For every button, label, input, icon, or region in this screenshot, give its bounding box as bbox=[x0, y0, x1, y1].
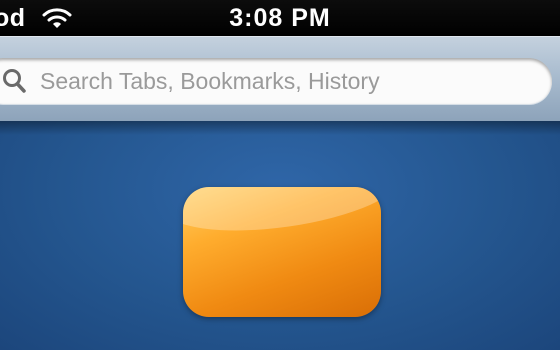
app-tile[interactable] bbox=[183, 187, 381, 317]
search-bar: Search Tabs, Bookmarks, History bbox=[0, 36, 560, 122]
search-placeholder: Search Tabs, Bookmarks, History bbox=[40, 68, 380, 94]
search-input[interactable]: Search Tabs, Bookmarks, History bbox=[0, 58, 552, 104]
clock: 3:08 PM bbox=[229, 4, 331, 32]
status-bar: od 3:08 PM bbox=[0, 0, 560, 36]
search-icon bbox=[2, 68, 26, 94]
screen: od 3:08 PM Search Tabs, Bookmarks, Histo… bbox=[0, 0, 560, 350]
